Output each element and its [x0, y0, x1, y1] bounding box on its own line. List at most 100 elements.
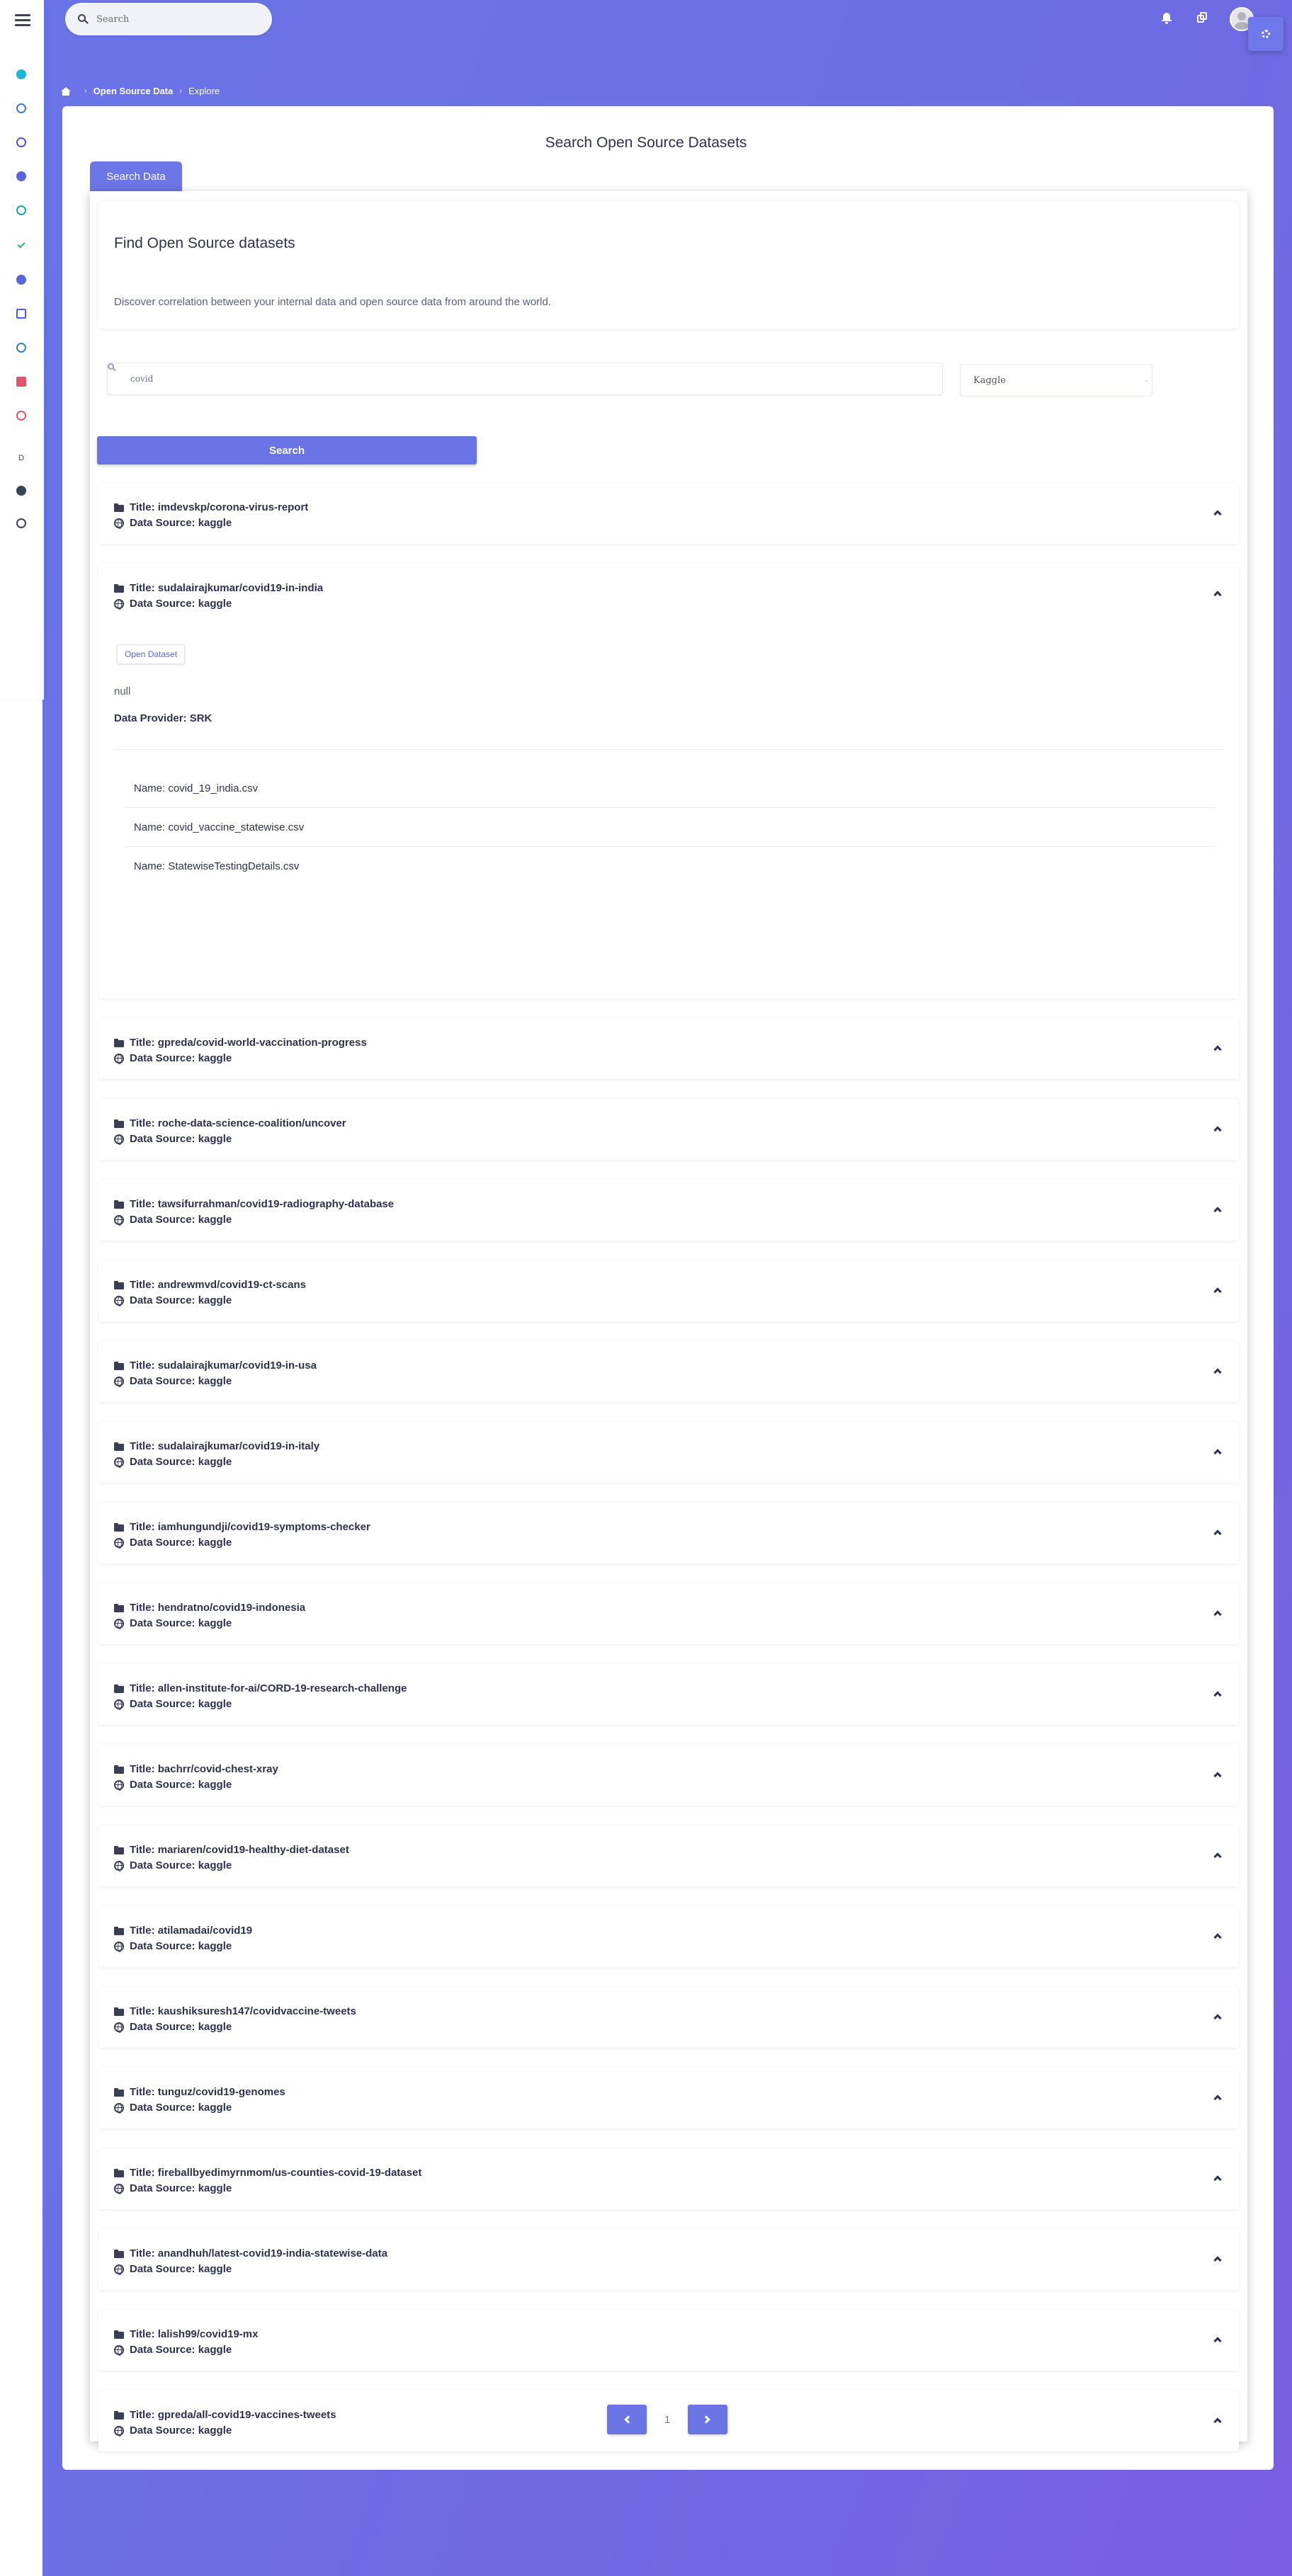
dataset-title[interactable]: Title: tawsifurrahman/covid19-radiograph… [114, 1198, 394, 1210]
dataset-title[interactable]: Title: hendratno/covid19-indonesia [114, 1602, 305, 1614]
dataset-search-field[interactable] [107, 363, 943, 395]
dataset-item[interactable]: Title: tunguz/covid19-genomes Data Source… [98, 2068, 1239, 2128]
data-source-select[interactable]: Kaggle - [960, 364, 1152, 397]
dataset-item[interactable]: Title: tawsifurrahman/covid19-radiograph… [98, 1180, 1239, 1241]
dataset-title[interactable]: Title: kaushiksuresh147/covidvaccine-twe… [114, 2005, 356, 2017]
dataset-title[interactable]: Title: roche-data-science-coalition/unco… [114, 1117, 346, 1129]
dataset-title[interactable]: Title: fireballbyedimyrnmom/us-counties-… [114, 2167, 421, 2179]
dataset-source: Data Source: kaggle [114, 1779, 232, 1791]
chevron-up-icon[interactable] [1213, 2417, 1222, 2426]
dataset-item[interactable]: Title: hendratno/covid19-indonesia Data S… [98, 1583, 1239, 1644]
chevron-up-icon[interactable] [1213, 1287, 1222, 1296]
compass-icon[interactable] [15, 102, 28, 115]
dataset-item[interactable]: Title: allen-institute-for-ai/CORD-19-re… [98, 1664, 1239, 1725]
dataset-title[interactable]: Title: iamhungundji/covid19-symptoms-che… [114, 1521, 370, 1533]
breadcrumb-open-source-data[interactable]: Open Source Data [94, 86, 174, 96]
chevron-up-icon[interactable] [1213, 1691, 1222, 1699]
analytics-icon[interactable] [15, 68, 28, 81]
dataset-item[interactable]: Title: anandhuh/latest-covid19-india-sta… [98, 2229, 1239, 2290]
open-dataset-button[interactable]: Open Dataset [117, 644, 186, 664]
breadcrumb-explore[interactable]: Explore [188, 86, 220, 96]
magic-icon[interactable] [15, 409, 28, 422]
dataset-item[interactable]: Title: andrewmvd/covid19-ct-scans Data So… [98, 1260, 1239, 1321]
briefcase-icon[interactable] [15, 307, 28, 320]
cog-icon[interactable] [15, 170, 28, 183]
globe-icon [114, 2425, 124, 2437]
dataset-item[interactable]: Title: lalish99/covid19-mx Data Source: k… [98, 2310, 1239, 2371]
layers-icon[interactable] [15, 204, 28, 217]
dataset-title[interactable]: Title: gpreda/covid-world-vaccination-pr… [114, 1037, 367, 1049]
dataset-source: Data Source: kaggle [114, 2344, 232, 2356]
global-search[interactable] [65, 3, 272, 35]
dataset-title[interactable]: Title: sudalairajkumar/covid19-in-italy [114, 1440, 319, 1452]
dataset-title[interactable]: Title: tunguz/covid19-genomes [114, 2086, 285, 2098]
palette-icon[interactable] [15, 517, 28, 530]
dataset-title[interactable]: Title: imdevskp/corona-virus-report [114, 501, 308, 513]
copy-icon[interactable] [1196, 11, 1208, 24]
search-button[interactable]: Search [97, 436, 477, 465]
dataset-title[interactable]: Title: allen-institute-for-ai/CORD-19-re… [114, 1682, 407, 1694]
chevron-up-icon[interactable] [1213, 2095, 1222, 2103]
chevron-up-icon[interactable] [1213, 1852, 1222, 1861]
chevron-up-icon[interactable] [1213, 1529, 1222, 1538]
dataset-source-text: Data Source: kaggle [130, 1859, 232, 1871]
dataset-title[interactable]: Title: anandhuh/latest-covid19-india-sta… [114, 2247, 387, 2259]
dataset-item[interactable]: Title: mariaren/covid19-healthy-diet-dat… [98, 1825, 1239, 1886]
chevron-up-icon[interactable] [1213, 2256, 1222, 2264]
dataset-item[interactable]: Title: imdevskp/corona-virus-report Data … [98, 483, 1239, 544]
music-icon[interactable] [15, 484, 28, 497]
dataset-title[interactable]: Title: gpreda/all-covid19-vaccines-tweet… [114, 2409, 336, 2421]
dataset-item[interactable]: Title: sudalairajkumar/covid19-in-india D… [98, 564, 1239, 998]
chevron-up-icon[interactable] [1213, 510, 1222, 518]
dataset-item[interactable]: Title: bachrr/covid-chest-xray Data Sourc… [98, 1745, 1239, 1806]
d-icon[interactable]: D [15, 452, 28, 465]
global-search-input[interactable] [96, 13, 252, 25]
dataset-search-input[interactable] [130, 374, 839, 384]
file-item[interactable]: Name: StatewiseTestingDetails.csv [124, 847, 1215, 886]
chevron-up-icon[interactable] [1213, 2337, 1222, 2345]
file-item[interactable]: Name: covid_vaccine_statewise.csv [124, 808, 1215, 847]
chevron-up-icon[interactable] [1213, 1207, 1222, 1215]
chevron-up-icon[interactable] [1213, 2014, 1222, 2022]
current-page[interactable]: 1 [647, 2414, 688, 2426]
dataset-title[interactable]: Title: andrewmvd/covid19-ct-scans [114, 1279, 306, 1291]
dataset-title[interactable]: Title: sudalairajkumar/covid19-in-usa [114, 1360, 317, 1372]
explore-icon[interactable] [15, 341, 28, 354]
dataset-title[interactable]: Title: sudalairajkumar/covid19-in-india [114, 582, 323, 594]
settings-button[interactable] [1248, 17, 1284, 51]
dataset-item[interactable]: Title: sudalairajkumar/covid19-in-usa Dat… [98, 1341, 1239, 1402]
check-icon[interactable] [15, 238, 28, 251]
dataset-item[interactable]: Title: roche-data-science-coalition/unco… [98, 1099, 1239, 1160]
file-list: Name: covid_19_india.csv Name: covid_vacc… [124, 769, 1215, 886]
dataset-item[interactable]: Title: gpreda/covid-world-vaccination-pr… [98, 1018, 1239, 1079]
chevron-up-icon[interactable] [1213, 591, 1222, 599]
next-page-button[interactable] [688, 2405, 727, 2434]
chevron-up-icon[interactable] [1213, 1449, 1222, 1457]
chevron-up-icon[interactable] [1213, 1368, 1222, 1377]
dataset-item[interactable]: Title: fireballbyedimyrnmom/us-counties-… [98, 2148, 1239, 2209]
dataset-title[interactable]: Title: bachrr/covid-chest-xray [114, 1763, 278, 1775]
dataset-title[interactable]: Title: lalish99/covid19-mx [114, 2328, 258, 2340]
dataset-item[interactable]: Title: kaushiksuresh147/covidvaccine-twe… [98, 1987, 1239, 2048]
home-icon[interactable] [61, 86, 71, 96]
search-card: Find Open Source datasets Discover corre… [90, 191, 1247, 2451]
dataset-item[interactable]: Title: atilamadai/covid19 Data Source: ka… [98, 1906, 1239, 1967]
dataset-item[interactable]: Title: sudalairajkumar/covid19-in-italy D… [98, 1422, 1239, 1483]
tab-search-data[interactable]: Search Data [90, 161, 182, 191]
chevron-up-icon[interactable] [1213, 1045, 1222, 1054]
file-item[interactable]: Name: covid_19_india.csv [124, 769, 1215, 808]
dataset-title[interactable]: Title: atilamadai/covid19 [114, 1925, 252, 1937]
menu-icon[interactable] [15, 14, 30, 29]
chevron-up-icon[interactable] [1213, 1933, 1222, 1942]
chevron-up-icon[interactable] [1213, 1772, 1222, 1780]
chevron-up-icon[interactable] [1213, 2175, 1222, 2184]
prev-page-button[interactable] [607, 2405, 647, 2434]
settings-icon[interactable] [15, 273, 28, 286]
dataset-item[interactable]: Title: iamhungundji/covid19-symptoms-che… [98, 1503, 1239, 1563]
chevron-right-icon [702, 2415, 710, 2424]
chevron-up-icon[interactable] [1213, 1126, 1222, 1134]
calendar-icon[interactable] [15, 375, 28, 388]
chevron-up-icon[interactable] [1213, 1610, 1222, 1619]
dataset-title[interactable]: Title: mariaren/covid19-healthy-diet-dat… [114, 1844, 349, 1856]
notification-bell-icon[interactable] [1160, 11, 1173, 24]
